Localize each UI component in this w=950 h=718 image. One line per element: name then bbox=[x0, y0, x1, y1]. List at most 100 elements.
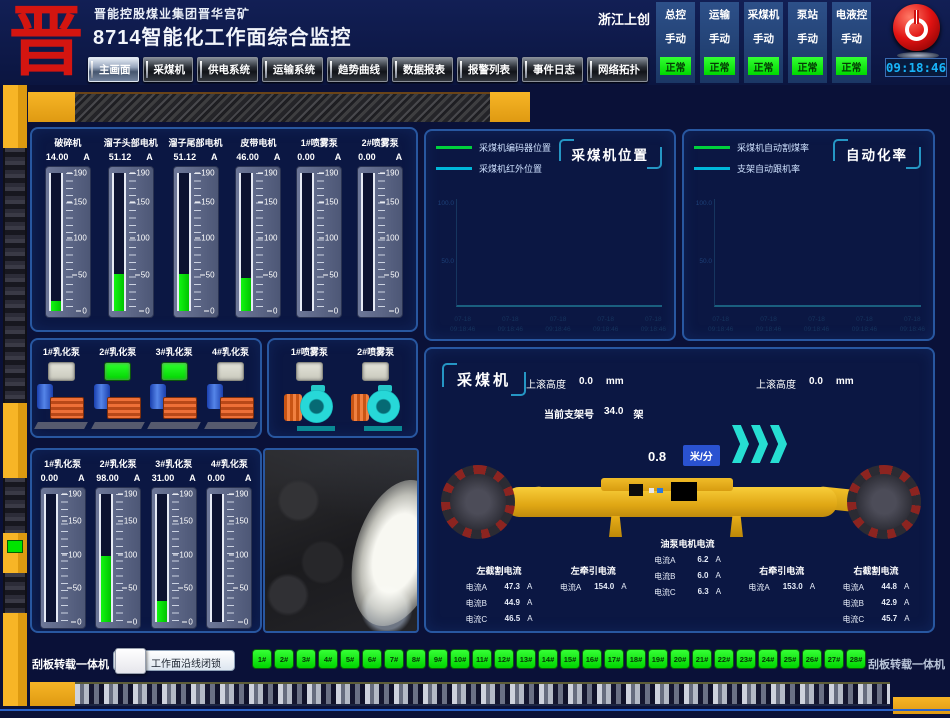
support-status-box[interactable]: 25# bbox=[780, 649, 800, 669]
system-mode-button[interactable]: 手动 bbox=[665, 31, 686, 46]
support-status-box[interactable]: 17# bbox=[604, 649, 624, 669]
support-status-box[interactable]: 23# bbox=[736, 649, 756, 669]
current-row: 电流B6.0A bbox=[649, 571, 727, 582]
nav-tab-2[interactable]: 供电系统 bbox=[197, 57, 258, 82]
system-status-bar: 总控手动正常运输手动正常采煤机手动正常泵站手动正常电液控手动正常 bbox=[656, 2, 871, 83]
pump-icon bbox=[283, 385, 335, 431]
system-status-column: 采煤机手动正常 bbox=[744, 2, 783, 83]
gauge-tick-label: 100 bbox=[62, 550, 81, 559]
gauge-fill bbox=[179, 274, 189, 311]
support-status-box[interactable]: 5# bbox=[340, 649, 360, 669]
support-status-box[interactable]: 7# bbox=[384, 649, 404, 669]
support-status-row: 1#2#3#4#5#6#7#8#9#10#11#12#13#14#15#16#1… bbox=[252, 649, 866, 669]
nav-tab-5[interactable]: 数据报表 bbox=[392, 57, 453, 82]
legend-line bbox=[436, 167, 472, 170]
gauge-tick-label: 190 bbox=[173, 490, 192, 499]
support-status-box[interactable]: 18# bbox=[626, 649, 646, 669]
gauge-bar: 190150100500 bbox=[357, 166, 403, 318]
system-name: 泵站 bbox=[797, 7, 818, 22]
support-status-box[interactable]: 3# bbox=[296, 649, 316, 669]
legend-line bbox=[694, 146, 730, 149]
interlock-label: 工作面沿线闭锁 bbox=[151, 655, 221, 670]
support-status-box[interactable]: 26# bbox=[802, 649, 822, 669]
pump-status-indicator[interactable] bbox=[217, 362, 244, 381]
support-status-box[interactable]: 9# bbox=[428, 649, 448, 669]
support-status-box[interactable]: 12# bbox=[494, 649, 514, 669]
shearer-position-chart-panel: 采煤机编码器位置采煤机红外位置 采煤机位置 100.050.0 07-1809:… bbox=[424, 129, 676, 341]
system-mode-button[interactable]: 手动 bbox=[753, 31, 774, 46]
support-status-box[interactable]: 14# bbox=[538, 649, 558, 669]
interlock-toggle[interactable]: 工作面沿线闭锁 bbox=[113, 650, 235, 671]
current-group-title: 右牵引电流 bbox=[743, 564, 821, 577]
left-conveyor-graphic bbox=[3, 85, 27, 706]
system-mode-button[interactable]: 手动 bbox=[709, 31, 730, 46]
nav-tab-6[interactable]: 报警列表 bbox=[457, 57, 518, 82]
current-row: 电流B44.9A bbox=[460, 598, 538, 609]
pump-label: 2#喷雾泵 bbox=[357, 345, 394, 358]
system-mode-button[interactable]: 手动 bbox=[841, 31, 862, 46]
system-mode-button[interactable]: 手动 bbox=[797, 31, 818, 46]
support-status-box[interactable]: 11# bbox=[472, 649, 492, 669]
support-status-box[interactable]: 24# bbox=[758, 649, 778, 669]
power-button[interactable] bbox=[893, 4, 940, 51]
support-status-box[interactable]: 6# bbox=[362, 649, 382, 669]
gauge-tick-label: 150 bbox=[195, 198, 214, 207]
nav-tab-7[interactable]: 事件日志 bbox=[522, 57, 583, 82]
legend-line bbox=[436, 146, 472, 149]
support-status-box[interactable]: 8# bbox=[406, 649, 426, 669]
support-status-box[interactable]: 2# bbox=[274, 649, 294, 669]
gauge-tick-label: 50 bbox=[263, 270, 278, 279]
gauge-fill bbox=[101, 556, 111, 622]
nav-tab-8[interactable]: 网络拓扑 bbox=[587, 57, 648, 82]
pump-status-indicator[interactable] bbox=[48, 362, 75, 381]
pump-label: 1#乳化泵 bbox=[43, 345, 80, 358]
gauge-tick-label: 150 bbox=[229, 516, 248, 525]
support-status-box[interactable]: 4# bbox=[318, 649, 338, 669]
support-status-box[interactable]: 22# bbox=[714, 649, 734, 669]
current-group: 左牵引电流电流A154.0A bbox=[554, 564, 632, 630]
interlock-knob[interactable] bbox=[115, 648, 146, 674]
header: 晋 晋能控股煤业集团晋华宫矿 8714智能化工作面综合监控 主画面采煤机供电系统… bbox=[0, 0, 950, 85]
system-status-column: 泵站手动正常 bbox=[788, 2, 827, 83]
system-name: 采煤机 bbox=[748, 7, 780, 22]
pump-status-indicator[interactable] bbox=[161, 362, 188, 381]
nav-tab-1[interactable]: 采煤机 bbox=[143, 57, 194, 82]
support-status-box[interactable]: 15# bbox=[560, 649, 580, 669]
gauge-tick-label: 0 bbox=[71, 618, 81, 627]
x-axis-label: 07-1809:18:46 bbox=[641, 315, 666, 334]
gauge-label: 2#喷雾泵 bbox=[362, 136, 399, 149]
gauge-value: 14.00A bbox=[43, 152, 93, 162]
pump-status-indicator[interactable] bbox=[104, 362, 131, 381]
nav-tab-3[interactable]: 运输系统 bbox=[262, 57, 323, 82]
system-status-column: 总控手动正常 bbox=[656, 2, 695, 83]
support-status-box[interactable]: 1# bbox=[252, 649, 272, 669]
current-group-title: 右截割电流 bbox=[837, 564, 915, 577]
support-status-box[interactable]: 10# bbox=[450, 649, 470, 669]
support-status-box[interactable]: 27# bbox=[824, 649, 844, 669]
support-status-box[interactable]: 20# bbox=[670, 649, 690, 669]
chart-legend: 采煤机编码器位置采煤机红外位置 bbox=[436, 141, 551, 183]
gauge-value: 0.00A bbox=[355, 152, 405, 162]
nav-tab-4[interactable]: 趋势曲线 bbox=[327, 57, 388, 82]
gauge-label: 溜子头部电机 bbox=[104, 136, 158, 149]
gauge-tick-label: 50 bbox=[384, 270, 399, 279]
gauge-tick-label: 0 bbox=[267, 307, 277, 316]
gauge-label: 溜子尾部电机 bbox=[169, 136, 223, 149]
pump-status-indicator[interactable] bbox=[362, 362, 389, 381]
nav-tab-0[interactable]: 主画面 bbox=[88, 57, 139, 82]
support-status-box[interactable]: 21# bbox=[692, 649, 712, 669]
support-status-box[interactable]: 16# bbox=[582, 649, 602, 669]
pump-status-indicator[interactable] bbox=[296, 362, 323, 381]
support-status-box[interactable]: 19# bbox=[648, 649, 668, 669]
support-status-box[interactable]: 13# bbox=[516, 649, 536, 669]
x-axis-label: 07-1809:18:46 bbox=[900, 315, 925, 334]
scraper-chain-graphic bbox=[75, 682, 890, 706]
current-row: 电流C45.7A bbox=[837, 614, 915, 625]
pump-label: 2#乳化泵 bbox=[99, 345, 136, 358]
system-status-column: 运输手动正常 bbox=[700, 2, 739, 83]
gauge-tick-label: 50 bbox=[200, 270, 215, 279]
support-status-box[interactable]: 28# bbox=[846, 649, 866, 669]
clock-display: 09:18:46 bbox=[885, 58, 947, 77]
camera-feed[interactable] bbox=[263, 448, 419, 633]
scraper-drive-block bbox=[30, 682, 75, 706]
